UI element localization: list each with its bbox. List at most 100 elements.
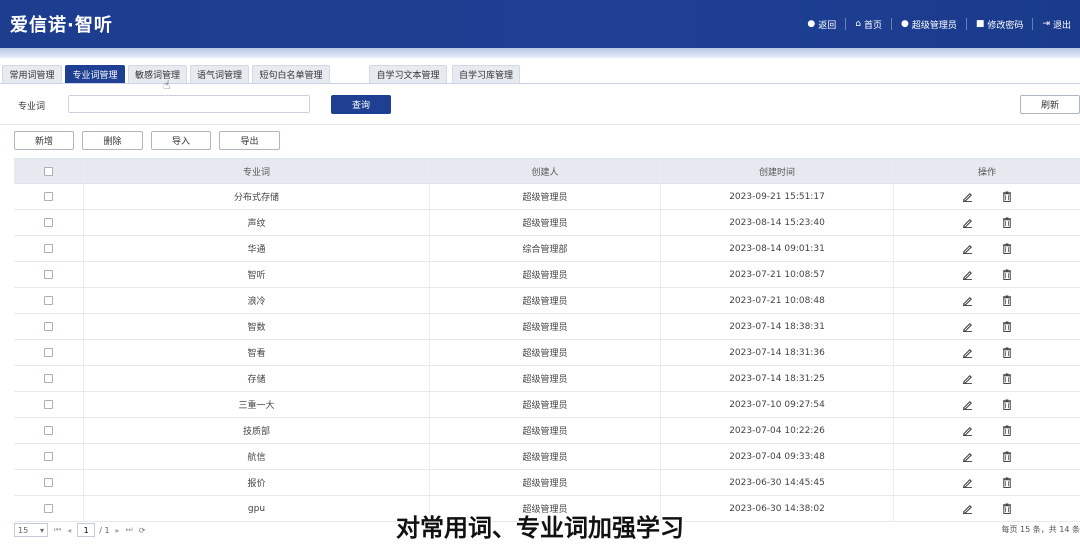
row-checkbox-cell [14,496,84,521]
row-checkbox[interactable] [44,400,53,409]
row-checkbox[interactable] [44,192,53,201]
row-checkbox-cell [14,340,84,365]
page-number-input[interactable] [77,523,96,537]
edit-icon[interactable] [960,424,974,438]
row-checkbox-cell [14,288,84,313]
table-row[interactable]: 浪冷 超级管理员 2023-07-21 10:08:48 [14,288,1080,314]
table-row[interactable]: 三重一大 超级管理员 2023-07-10 09:27:54 [14,392,1080,418]
row-checkbox[interactable] [44,426,53,435]
edit-icon[interactable] [960,268,974,282]
table-row[interactable]: 智数 超级管理员 2023-07-14 18:38:31 [14,314,1080,340]
last-page-icon[interactable]: ⏭ [126,525,133,535]
edit-icon[interactable] [960,216,974,230]
column-header-word[interactable]: 专业词 [84,159,430,183]
table-row[interactable]: 声纹 超级管理员 2023-08-14 15:23:40 [14,210,1080,236]
row-checkbox[interactable] [44,504,53,513]
chevron-down-icon: ▾ [39,525,44,535]
edit-icon[interactable] [960,320,974,334]
tab-self-learning-library[interactable]: 自学习库管理 [452,65,520,83]
tab-bar: 常用词管理 专业词管理 敏感词管理 语气词管理 短句白名单管理 自学习文本管理 … [0,62,1080,84]
cell-actions [894,496,1080,521]
trash-icon[interactable] [1000,268,1014,282]
trash-icon[interactable] [1000,346,1014,360]
nav-user[interactable]: ● 超级管理员 [891,18,966,31]
row-checkbox[interactable] [44,218,53,227]
row-checkbox[interactable] [44,296,53,305]
refresh-button[interactable]: 刷新 [1020,95,1080,114]
trash-icon[interactable] [1000,216,1014,230]
table-row[interactable]: 技质部 超级管理员 2023-07-04 10:22:26 [14,418,1080,444]
edit-icon[interactable] [960,476,974,490]
trash-icon[interactable] [1000,320,1014,334]
tab-common-words[interactable]: 常用词管理 [2,65,62,83]
table-row[interactable]: 智听 超级管理员 2023-07-21 10:08:57 [14,262,1080,288]
first-page-icon[interactable]: ⏮ [54,525,61,535]
nav-home[interactable]: ⌂ 首页 [845,18,891,31]
edit-icon[interactable] [960,372,974,386]
row-checkbox[interactable] [44,270,53,279]
cell-creator: 超级管理员 [430,444,661,469]
add-button[interactable]: 新增 [14,131,74,150]
cell-creator: 超级管理员 [430,288,661,313]
row-checkbox[interactable] [44,244,53,253]
tab-sensitive-words[interactable]: 敏感词管理 [128,65,187,83]
trash-icon[interactable] [1000,502,1014,516]
delete-button[interactable]: 删除 [82,131,143,150]
edit-icon[interactable] [960,190,974,204]
table-row[interactable]: gpu 超级管理员 2023-06-30 14:38:02 [14,496,1080,522]
row-checkbox[interactable] [44,374,53,383]
trash-icon[interactable] [1000,242,1014,256]
edit-icon[interactable] [960,502,974,516]
table-row[interactable]: 华通 综合管理部 2023-08-14 09:01:31 [14,236,1080,262]
table-row[interactable]: 存储 超级管理员 2023-07-14 18:31:25 [14,366,1080,392]
row-checkbox[interactable] [44,478,53,487]
import-button[interactable]: 导入 [151,131,211,150]
reload-icon[interactable]: ⟳ [139,526,146,535]
edit-icon[interactable] [960,398,974,412]
tab-short-sentence-whitelist[interactable]: 短句白名单管理 [252,65,330,83]
cell-time: 2023-07-21 10:08:48 [661,288,894,313]
row-checkbox-cell [14,444,84,469]
search-input[interactable] [68,95,310,113]
trash-icon[interactable] [1000,190,1014,204]
edit-icon[interactable] [960,294,974,308]
header-checkbox-cell [14,159,84,183]
trash-icon[interactable] [1000,294,1014,308]
nav-logout[interactable]: ⇥ 退出 [1032,18,1080,31]
page-size-select[interactable]: 15 ▾ [14,523,48,537]
row-checkbox[interactable] [44,452,53,461]
trash-icon[interactable] [1000,398,1014,412]
tab-professional-words[interactable]: 专业词管理 [65,65,125,83]
edit-icon[interactable] [960,450,974,464]
cell-time: 2023-07-04 09:33:48 [661,444,894,469]
tab-self-learning-text[interactable]: 自学习文本管理 [369,65,447,83]
column-header-time[interactable]: 创建时间 [661,159,894,183]
row-checkbox-cell [14,262,84,287]
nav-change-password[interactable]: ■ 修改密码 [965,18,1033,31]
table-row[interactable]: 智看 超级管理员 2023-07-14 18:31:36 [14,340,1080,366]
app-header: 爱信诺·智听 ● 返回 ⌂ 首页 ● 超级管理员 ■ 修改密码 ⇥ 退出 [0,0,1080,48]
select-all-checkbox[interactable] [44,166,53,176]
nav-back[interactable]: ● 返回 [798,18,845,31]
row-checkbox[interactable] [44,348,53,357]
table-row[interactable]: 报价 超级管理员 2023-06-30 14:45:45 [14,470,1080,496]
query-button[interactable]: 查询 [331,95,391,114]
prev-page-icon[interactable]: ◂ [67,526,71,535]
next-page-icon[interactable]: ▸ [116,526,120,535]
edit-icon[interactable] [960,346,974,360]
trash-icon[interactable] [1000,450,1014,464]
table-row[interactable]: 航信 超级管理员 2023-07-04 09:33:48 [14,444,1080,470]
export-button[interactable]: 导出 [219,131,280,150]
cell-time: 2023-07-14 18:31:25 [661,366,894,391]
tab-modal-words[interactable]: 语气词管理 [190,65,249,83]
trash-icon[interactable] [1000,372,1014,386]
trash-icon[interactable] [1000,424,1014,438]
edit-icon[interactable] [960,242,974,256]
cell-creator: 超级管理员 [430,418,661,443]
row-checkbox[interactable] [44,322,53,331]
cell-creator: 综合管理部 [430,236,661,261]
table-row[interactable]: 分布式存储 超级管理员 2023-09-21 15:51:17 [14,184,1080,210]
trash-icon[interactable] [1000,476,1014,490]
cell-creator: 超级管理员 [430,496,661,521]
column-header-creator[interactable]: 创建人 [430,159,661,183]
